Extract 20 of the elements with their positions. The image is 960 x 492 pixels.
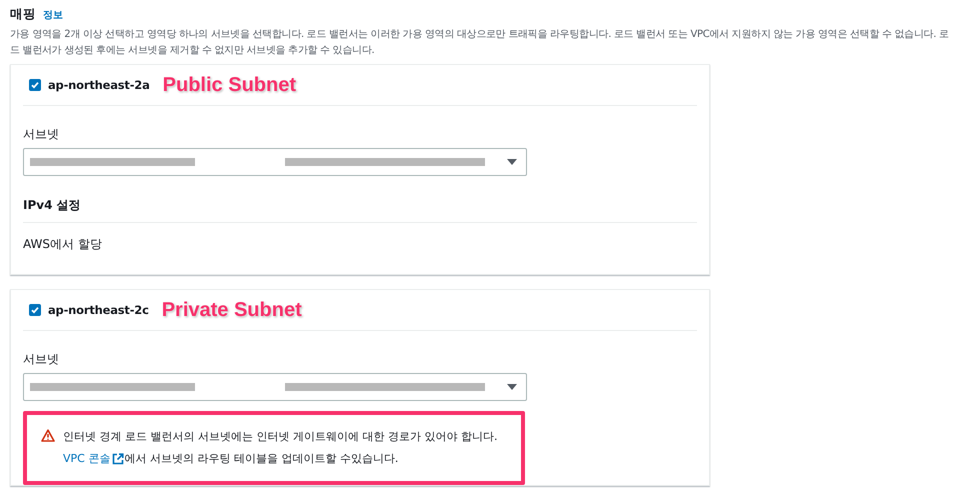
warning-text: 인터넷 경계 로드 밸런서의 서브넷에는 인터넷 게이트웨이에 대한 경로가 있어야 합니다. (63, 429, 498, 445)
checkbox[interactable] (29, 79, 41, 91)
annotation-text: Private Subnet (162, 298, 302, 322)
zone-name: ap-northeast-2c (48, 303, 149, 317)
warning-icon (41, 429, 55, 442)
annotation-text: Public Subnet (162, 74, 296, 96)
checkbox[interactable] (29, 304, 41, 316)
external-link-icon (112, 453, 124, 465)
ipv4-heading: IPv4 설정 (23, 196, 697, 223)
section-title: 매핑 (10, 6, 36, 23)
warning-text: 에서 서브넷의 라우팅 테이블을 업데이트할 수있습니다. (124, 451, 398, 467)
ipv4-value: AWS에서 할당 (23, 236, 103, 253)
description-text: 가용 영역을 2개 이상 선택하고 영역당 하나의 서브넷을 선택합니다. 로드 밸런서는 이러한 가용 영역의 대상으로만 트래픽을 라우팅합니다. 로드 밸런서 또는 VPC에서 지원하지 않는 가용 영역은 선택할 수 없습니다. 로드 밸런서가 생성된 후에는 서브넷을 제거할 수 없지만 서브넷을 추가할 수 있습니다. (10, 28, 950, 58)
console-link[interactable]: VPC 콘솔 (63, 448, 124, 470)
info-link[interactable]: 정보 (43, 8, 63, 22)
field-label: 서브넷 (23, 351, 60, 368)
caret-icon (506, 158, 518, 166)
caret-icon (506, 383, 518, 391)
zone-name: ap-northeast-2a (48, 78, 150, 92)
field-label: 서브넷 (23, 126, 60, 143)
